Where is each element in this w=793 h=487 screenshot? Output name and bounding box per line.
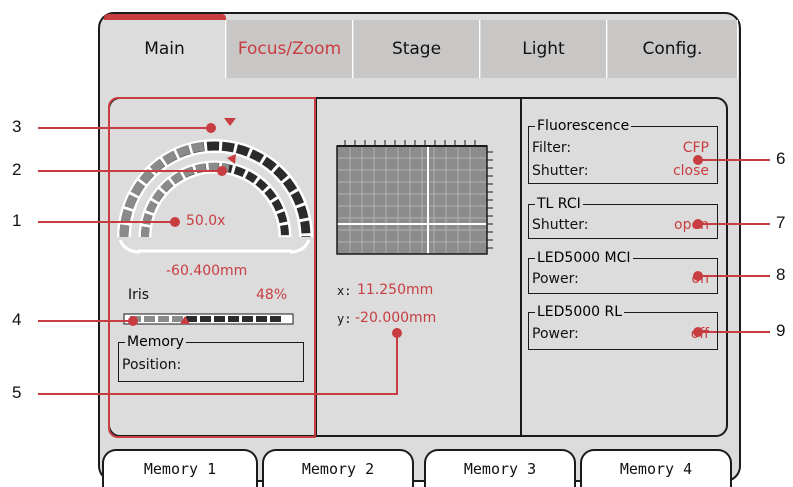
stage-x-label: x: bbox=[337, 284, 352, 298]
callout-6: 6 bbox=[776, 149, 786, 168]
memory-2-button[interactable]: Memory 2 bbox=[262, 449, 414, 487]
callout-9: 9 bbox=[776, 321, 786, 340]
callout-1: 1 bbox=[12, 211, 22, 230]
iris-value: 48% bbox=[256, 287, 288, 303]
led-mci-power-value: on bbox=[691, 271, 709, 287]
iris-label: Iris bbox=[128, 287, 150, 303]
memory-4-button[interactable]: Memory 4 bbox=[580, 449, 732, 487]
callout-2: 2 bbox=[12, 160, 22, 179]
tl-rci-box[interactable]: TL RCI Shutter: open bbox=[528, 195, 718, 239]
led-mci-power-label: Power: bbox=[532, 271, 579, 287]
led-mci-title: LED5000 MCI bbox=[535, 249, 633, 267]
callout-3: 3 bbox=[12, 117, 22, 136]
fluorescence-shutter-value: close bbox=[672, 163, 709, 179]
memory-box-title: Memory bbox=[125, 333, 186, 351]
memory-1-button[interactable]: Memory 1 bbox=[102, 449, 258, 487]
magnification-value: 50.0x bbox=[186, 213, 226, 229]
led-rl-box[interactable]: LED5000 RL Power: off bbox=[528, 303, 718, 350]
tl-rci-shutter-label: Shutter: bbox=[532, 217, 589, 233]
fluorescence-shutter-label: Shutter: bbox=[532, 163, 589, 179]
stage-y-value: -20.000mm bbox=[355, 310, 437, 326]
led-rl-title: LED5000 RL bbox=[535, 303, 625, 321]
memory-position-box: Memory Position: bbox=[118, 333, 304, 382]
graphics-layer bbox=[38, 118, 770, 395]
focus-position-value: -60.400mm bbox=[166, 263, 248, 279]
callout-4: 4 bbox=[12, 310, 22, 329]
callout-5: 5 bbox=[12, 383, 22, 402]
fluorescence-title: Fluorescence bbox=[535, 117, 632, 135]
zoom-focus-dial bbox=[117, 139, 313, 254]
iris-bar bbox=[123, 313, 294, 325]
memory-3-button[interactable]: Memory 3 bbox=[424, 449, 576, 487]
tl-rci-shutter-value: open bbox=[674, 217, 709, 233]
filter-value: CFP bbox=[682, 140, 709, 156]
stage-y-label: y: bbox=[337, 312, 352, 326]
filter-label: Filter: bbox=[532, 140, 572, 156]
callout-8: 8 bbox=[776, 265, 786, 284]
stage-grid bbox=[336, 140, 493, 255]
memory-position-label: Position: bbox=[122, 357, 182, 373]
tl-rci-title: TL RCI bbox=[535, 195, 583, 213]
zoom-marker-icon bbox=[224, 118, 236, 126]
led-rl-power-label: Power: bbox=[532, 326, 579, 342]
stage-x-value: 11.250mm bbox=[357, 282, 434, 298]
led-mci-box[interactable]: LED5000 MCI Power: on bbox=[528, 249, 718, 294]
fluorescence-box[interactable]: Fluorescence Filter: CFP Shutter: close bbox=[528, 117, 718, 184]
led-rl-power-value: off bbox=[690, 326, 709, 342]
callout-7: 7 bbox=[776, 213, 786, 232]
